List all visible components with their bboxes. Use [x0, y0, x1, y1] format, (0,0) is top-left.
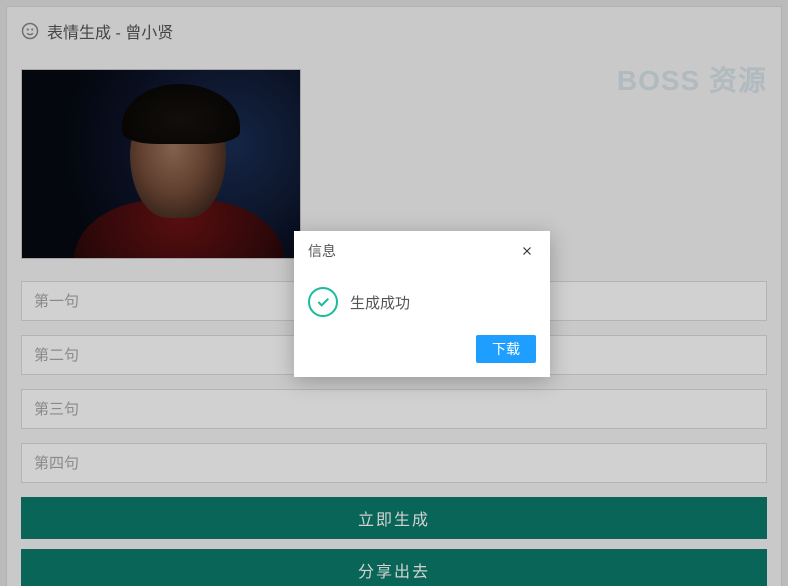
modal-footer: 下载 — [294, 327, 550, 377]
download-button[interactable]: 下载 — [476, 335, 536, 363]
close-icon[interactable] — [518, 242, 536, 260]
modal-body: 生成成功 — [294, 271, 550, 327]
info-modal: 信息 生成成功 下载 — [294, 231, 550, 377]
modal-title: 信息 — [308, 241, 336, 261]
success-icon — [308, 287, 338, 317]
modal-message: 生成成功 — [350, 292, 410, 313]
modal-titlebar: 信息 — [294, 231, 550, 271]
